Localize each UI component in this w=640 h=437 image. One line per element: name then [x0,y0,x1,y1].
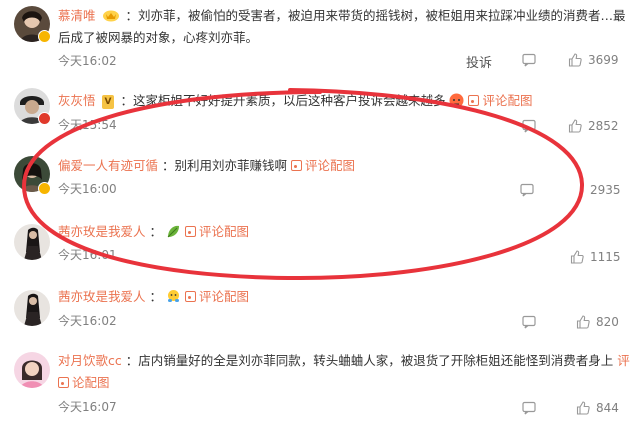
like-count: 820 [596,315,619,329]
comment-item: 对月饮歌cc ：店内销量好的全是刘亦菲同款，转头蛐蛐人家，被退货了开除柜姐还能怪… [0,344,640,437]
hugging-face-emoji-icon [168,290,179,302]
like-count: 3699 [588,53,619,67]
comment-image-link[interactable]: 论配图 [58,375,110,390]
annotation-oval [21,88,585,281]
comment-icon[interactable] [522,401,536,415]
comment-image-link[interactable]: 评论配图 [184,289,249,304]
timestamp: 今天16:02 [58,314,117,328]
like-count: 2935 [590,183,621,197]
timestamp: 今天16:02 [58,54,117,68]
comment-item: 茜亦玫是我爱人 ： 评论配图 今天16:02 820 [0,284,640,340]
thumb-up-icon[interactable] [576,401,590,415]
comment-text-cont: 论配图 [58,372,626,394]
comment-text-cont: 后成了被网暴的对象，心疼刘亦菲。 [58,30,259,45]
comment-text: 对月饮歌cc ：店内销量好的全是刘亦菲同款，转头蛐蛐人家，被退货了开除柜姐还能怪… [58,353,630,368]
avatar[interactable] [14,290,50,326]
thumb-up-icon[interactable] [576,315,590,329]
comment-icon[interactable] [522,53,536,67]
image-icon [184,291,196,302]
verified-badge [38,30,51,43]
username[interactable]: 茜亦玫是我爱人 [58,289,146,304]
report-button[interactable]: 投诉 [466,52,492,71]
avatar[interactable] [14,352,50,388]
like-count: 844 [596,401,619,415]
comment-text: 慕清唯 ：刘亦菲，被偷怕的受害者，被迫用来带货的摇钱树，被柜姐用来拉踩冲业绩的消… [58,8,626,23]
like-count: 2852 [588,119,619,133]
like-count: 1115 [590,250,621,264]
username[interactable]: 慕清唯 [58,8,96,23]
thumb-up-icon[interactable] [568,53,582,67]
timestamp: 今天16:07 [58,400,117,414]
comment-icon[interactable] [522,315,536,329]
crown-emoji-icon [102,10,119,22]
comment-item: 慕清唯 ：刘亦菲，被偷怕的受害者，被迫用来带货的摇钱树，被柜姐用来拉踩冲业绩的消… [0,0,640,78]
image-icon [58,377,69,388]
username[interactable]: 对月饮歌cc [58,353,122,368]
comment-text: 茜亦玫是我爱人 ： 评论配图 [58,289,249,304]
